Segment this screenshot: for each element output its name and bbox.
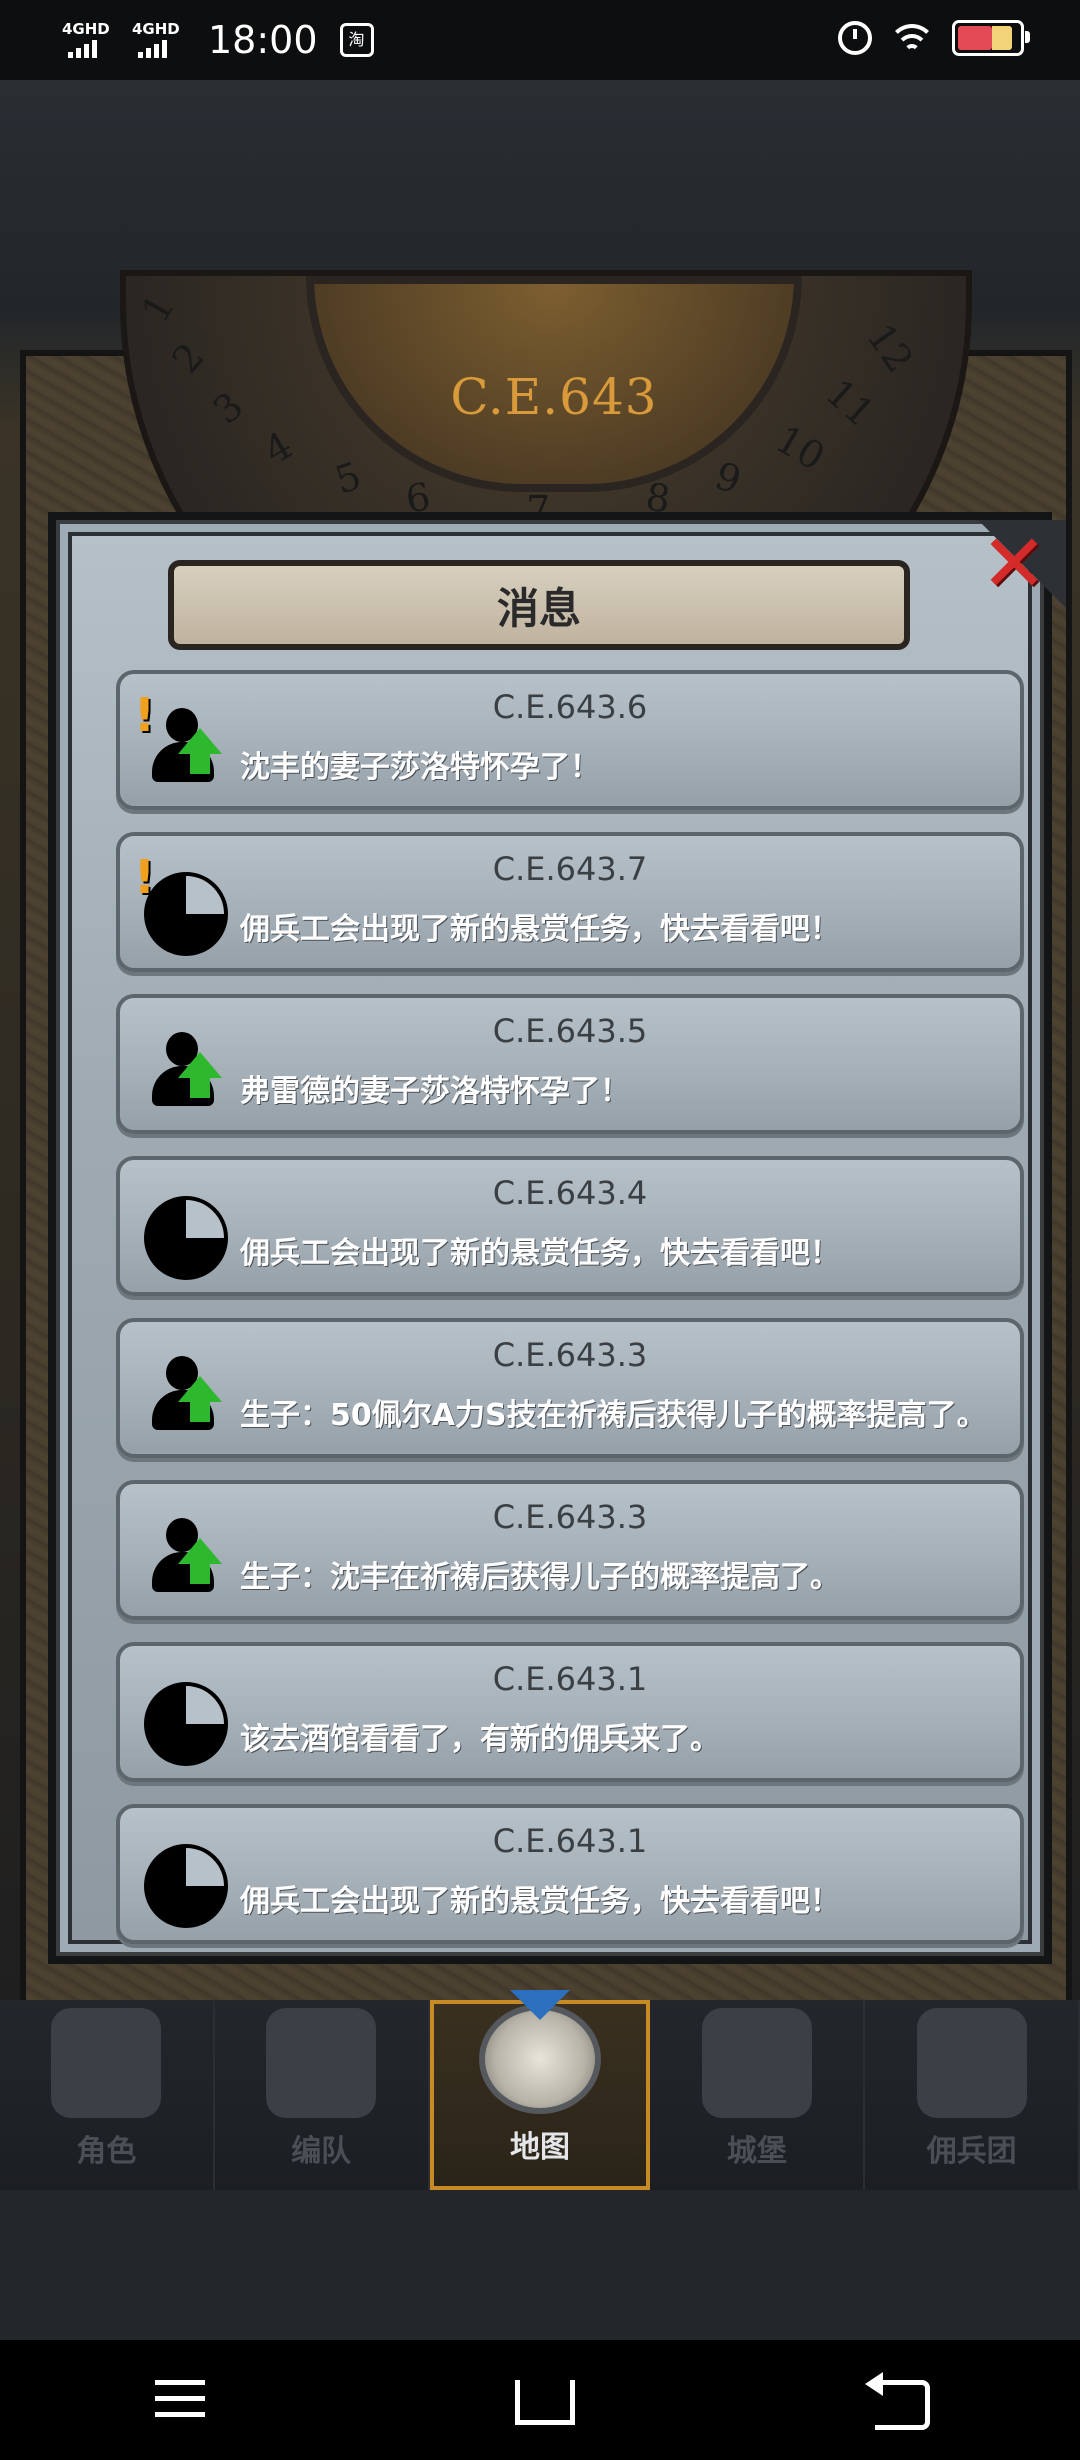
alarm-icon [838, 21, 872, 55]
message-date: C.E.643.7 [492, 850, 648, 888]
message-dialog: 消息 ✕ ! C.E.643.6 沈丰的妻子莎洛特怀孕了！ ! C.E.643.… [48, 512, 1066, 1966]
message-item[interactable]: C.E.643.4 佣兵工会出现了新的悬赏任务，快去看看吧！ [116, 1156, 1024, 1296]
castle-icon [701, 2008, 812, 2118]
menu-icon[interactable] [135, 2370, 225, 2430]
knight-icon [51, 2008, 162, 2118]
dialog-title: 消息 [496, 583, 581, 633]
nav-label: 角色 [76, 2134, 137, 2169]
message-text: 弗雷德的妻子莎洛特怀孕了！ [240, 1074, 630, 1109]
close-icon[interactable]: ✕ [976, 524, 1052, 604]
message-item[interactable]: ! C.E.643.6 沈丰的妻子莎洛特怀孕了！ [116, 670, 1024, 810]
message-date: C.E.643.3 [492, 1498, 648, 1536]
back-icon[interactable] [855, 2370, 945, 2430]
game-bottom-nav: 角色 编队 地图 城堡 佣兵团 [0, 1990, 1080, 2190]
message-text: 佣兵工会出现了新的悬赏任务，快去看看吧！ [240, 1236, 840, 1271]
message-date: C.E.643.1 [492, 1822, 648, 1860]
dial-number: 10 [768, 416, 833, 480]
mercenary-flag-icon [916, 2008, 1027, 2118]
message-date: C.E.643.1 [492, 1660, 648, 1698]
dial-number: 1 [132, 286, 184, 330]
status-time: 18:00 [208, 18, 318, 62]
message-text: 佣兵工会出现了新的悬赏任务，快去看看吧！ [240, 912, 840, 947]
network-type-1: 4GHD [62, 20, 110, 38]
message-item[interactable]: C.E.643.3 生子：沈丰在祈祷后获得儿子的概率提高了。 [116, 1480, 1024, 1620]
chevron-down-icon [509, 1990, 570, 2020]
home-icon[interactable] [495, 2370, 585, 2430]
status-bar: 4GHD 4GHD 18:00 淘 [0, 0, 1080, 80]
nav-item-castle[interactable]: 城堡 [650, 2000, 866, 2190]
network-type-2: 4GHD [132, 20, 180, 38]
nav-item-formation[interactable]: 编队 [215, 2000, 430, 2190]
message-text: 生子：50佩尔A力S技在祈祷后获得儿子的概率提高了。 [240, 1398, 987, 1433]
message-item[interactable]: C.E.643.1 佣兵工会出现了新的悬赏任务，快去看看吧！ [116, 1804, 1024, 1944]
nav-item-mercenary[interactable]: 佣兵团 [865, 2000, 1080, 2190]
nav-item-character[interactable]: 角色 [0, 2000, 215, 2190]
nav-label: 编队 [291, 2134, 352, 2169]
message-list[interactable]: ! C.E.643.6 沈丰的妻子莎洛特怀孕了！ ! C.E.643.7 佣兵工… [116, 670, 1024, 1966]
signal-icon-2: 4GHD [132, 18, 188, 62]
battery-icon [952, 20, 1030, 56]
wifi-icon [892, 22, 932, 54]
dialog-title-plate: 消息 [168, 560, 910, 650]
taobao-notification-icon: 淘 [339, 23, 374, 57]
nav-label: 地图 [509, 2130, 570, 2165]
system-nav-bar [0, 2340, 1080, 2460]
message-date: C.E.643.4 [492, 1174, 648, 1212]
nav-item-map[interactable]: 地图 [429, 1990, 651, 2190]
signal-icon: 4GHD [62, 18, 118, 62]
dial-number: 2 [163, 334, 213, 382]
message-text: 生子：沈丰在祈祷后获得儿子的概率提高了。 [240, 1560, 840, 1595]
lower-background [0, 2190, 1080, 2340]
message-item[interactable]: C.E.643.3 生子：50佩尔A力S技在祈祷后获得儿子的概率提高了。 [116, 1318, 1024, 1458]
dial-number: 3 [204, 383, 252, 433]
message-item[interactable]: ! C.E.643.7 佣兵工会出现了新的悬赏任务，快去看看吧！ [116, 832, 1024, 972]
message-date: C.E.643.6 [492, 688, 648, 726]
message-text: 该去酒馆看看了，有新的佣兵来了。 [240, 1722, 720, 1757]
dial-number: 11 [817, 370, 883, 436]
formation-icon [266, 2008, 377, 2118]
message-text: 沈丰的妻子莎洛特怀孕了！ [240, 750, 600, 785]
message-text: 佣兵工会出现了新的悬赏任务，快去看看吧！ [240, 1884, 840, 1919]
message-item[interactable]: C.E.643.5 弗雷德的妻子莎洛特怀孕了！ [116, 994, 1024, 1134]
dial-number: 12 [858, 315, 923, 381]
message-date: C.E.643.3 [492, 1336, 648, 1374]
message-date: C.E.643.5 [492, 1012, 648, 1050]
dial-number: 9 [709, 453, 747, 503]
globe-icon [478, 2004, 601, 2114]
nav-label: 城堡 [726, 2134, 787, 2169]
dial-number: 4 [256, 422, 300, 474]
nav-label: 佣兵团 [926, 2134, 1017, 2169]
dial-number: 5 [329, 453, 367, 503]
era-label: C.E.643 [450, 368, 658, 426]
message-item[interactable]: C.E.643.1 该去酒馆看看了，有新的佣兵来了。 [116, 1642, 1024, 1782]
